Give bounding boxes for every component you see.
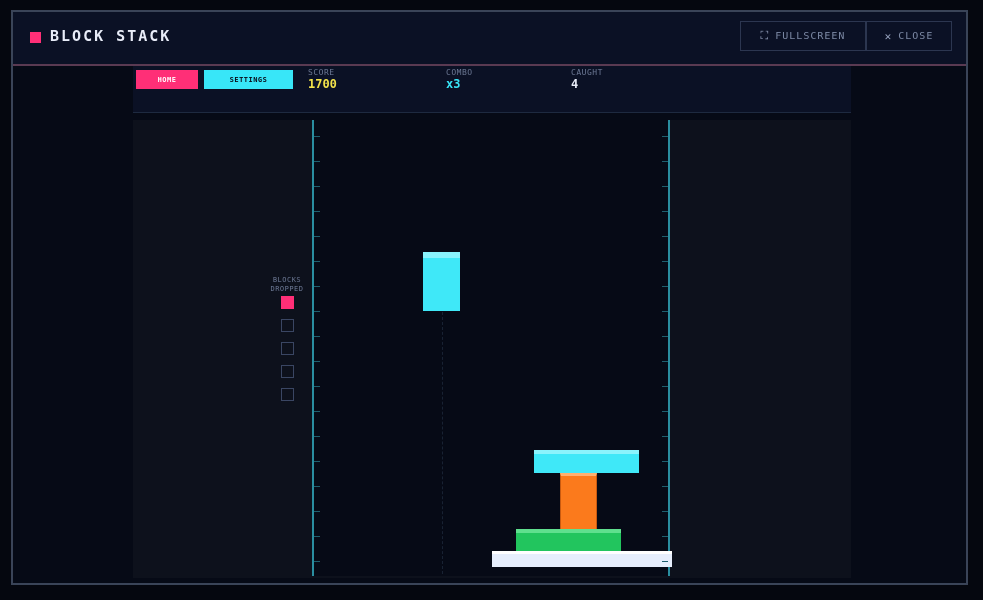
well-tick-mark: [662, 186, 668, 187]
well-tick-mark: [662, 311, 668, 312]
well-tick-mark: [314, 286, 320, 287]
well-tick-mark: [314, 486, 320, 487]
well-tick-mark: [314, 211, 320, 212]
fullscreen-label: FULLSCREEN: [775, 30, 846, 42]
well-tick-mark: [662, 161, 668, 162]
expand-icon: ⛶: [760, 29, 770, 42]
close-label: CLOSE: [898, 30, 934, 42]
well-tick-mark: [314, 411, 320, 412]
well-tick-mark: [662, 136, 668, 137]
well-tick-mark: [314, 461, 320, 462]
well-tick-mark: [662, 286, 668, 287]
well-tick-mark: [314, 361, 320, 362]
blocks-dropped-label-line2: DROPPED: [270, 285, 304, 293]
stack-block-green: [516, 529, 621, 551]
drop-guide-line: [442, 312, 443, 574]
base-platform: [492, 551, 672, 567]
fullscreen-button[interactable]: ⛶ FULLSCREEN: [740, 21, 866, 51]
well-tick-mark: [314, 261, 320, 262]
well-tick-mark: [314, 186, 320, 187]
well-tick-mark: [662, 261, 668, 262]
well-tick-mark: [314, 511, 320, 512]
stack-block-orange: [560, 473, 597, 531]
well-tick-mark: [314, 536, 320, 537]
well-tick-mark: [662, 561, 668, 562]
settings-button[interactable]: SETTINGS: [204, 70, 293, 89]
blocks-dropped-label-line1: BLOCKS: [272, 276, 302, 284]
window-title: BLOCK STACK: [50, 27, 172, 45]
well-tick-mark: [662, 536, 668, 537]
close-x-icon: ✕: [884, 29, 893, 43]
well-tick-mark: [314, 311, 320, 312]
well-tick-mark: [662, 461, 668, 462]
well-tick-mark: [314, 561, 320, 562]
hud-bar: HOME SETTINGS SCORE 1700 COMBO x3 CAUGHT…: [133, 66, 851, 113]
score-value: 1700: [308, 77, 337, 91]
dropped-slot-empty: [281, 365, 294, 378]
well-tick-mark: [662, 486, 668, 487]
well-tick-mark: [314, 236, 320, 237]
well-tick-mark: [314, 436, 320, 437]
dropped-slot-empty: [281, 388, 294, 401]
well-tick-mark: [662, 336, 668, 337]
game-window: BLOCK STACK ⛶ FULLSCREEN ✕ CLOSE HOME SE…: [11, 10, 968, 585]
close-button[interactable]: ✕ CLOSE: [866, 21, 952, 51]
well-tick-mark: [662, 411, 668, 412]
combo-value: x3: [446, 77, 461, 91]
well-tick-mark: [314, 336, 320, 337]
well-tick-mark: [314, 161, 320, 162]
well-tick-mark: [662, 211, 668, 212]
title-bar: BLOCK STACK ⛶ FULLSCREEN ✕ CLOSE: [13, 12, 966, 66]
status-dot-icon: [30, 32, 41, 43]
well-tick-mark: [662, 511, 668, 512]
well-tick-mark: [314, 386, 320, 387]
stack-well: [312, 120, 672, 576]
dropped-slot-empty: [281, 342, 294, 355]
well-tick-mark: [662, 386, 668, 387]
playfield: BLOCKS DROPPED: [133, 120, 851, 578]
well-tick-mark: [662, 361, 668, 362]
dropped-slot-filled: [281, 296, 294, 309]
combo-label: COMBO: [446, 68, 473, 77]
blocks-dropped-label: BLOCKS DROPPED: [261, 276, 313, 294]
score-label: SCORE: [308, 68, 335, 77]
falling-block: [423, 252, 460, 311]
caught-value: 4: [571, 77, 579, 91]
home-button[interactable]: HOME: [136, 70, 198, 89]
caught-label: CAUGHT: [571, 68, 603, 77]
well-tick-mark: [314, 136, 320, 137]
well-tick-mark: [662, 436, 668, 437]
well-tick-mark: [662, 236, 668, 237]
stack-block-cyan: [534, 450, 639, 473]
dropped-slot-empty: [281, 319, 294, 332]
game-area: HOME SETTINGS SCORE 1700 COMBO x3 CAUGHT…: [133, 66, 851, 578]
